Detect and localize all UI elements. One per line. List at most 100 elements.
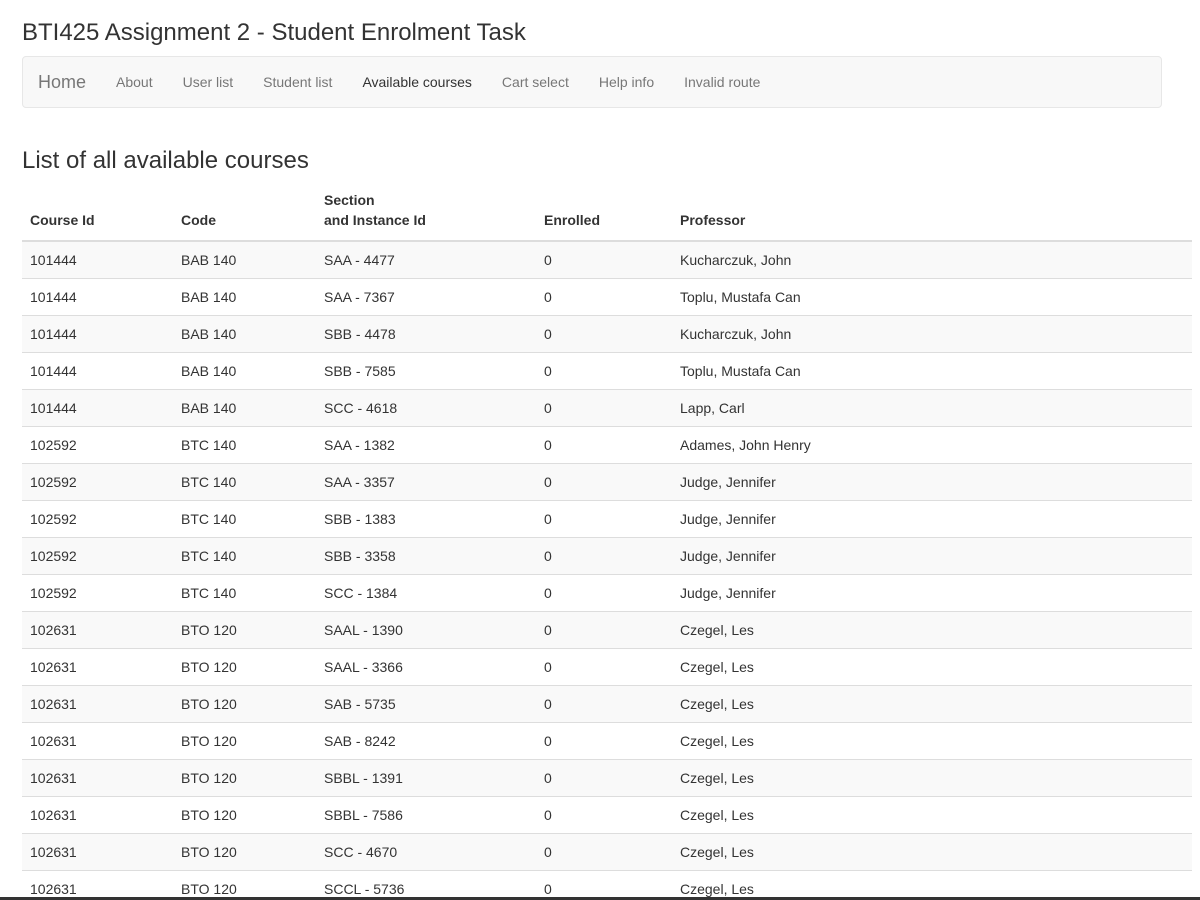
table-row: 101444 BAB 140 SBB - 4478 0 Kucharczuk, John [22, 314, 1192, 352]
cell-section: SCC - 4670 [316, 832, 536, 870]
cell-code: BAB 140 [173, 314, 316, 352]
table-row: 102592 BTC 140 SAA - 3357 0 Judge, Jennifer [22, 462, 1192, 500]
cell-section: SAA - 4477 [316, 241, 536, 278]
cell-code: BTO 120 [173, 795, 316, 833]
nav-link-invalid-route[interactable]: Invalid route [669, 74, 775, 90]
cell-enrolled: 0 [536, 610, 672, 648]
cell-section: SAA - 1382 [316, 425, 536, 463]
cell-section: SAAL - 1390 [316, 610, 536, 648]
cell-enrolled: 0 [536, 647, 672, 685]
table-row: 101444 BAB 140 SAA - 4477 0 Kucharczuk, John [22, 241, 1192, 278]
nav-link-about[interactable]: About [101, 74, 168, 90]
table-row: 102631 BTO 120 SAAL - 3366 0 Czegel, Les [22, 647, 1192, 685]
cell-section: SBB - 4478 [316, 314, 536, 352]
cell-code: BTC 140 [173, 499, 316, 537]
header-code: Code [173, 190, 316, 242]
cell-code: BTO 120 [173, 647, 316, 685]
navbar: Home About User list Student list Availa… [22, 56, 1162, 108]
cell-enrolled: 0 [536, 795, 672, 833]
table-row: 102592 BTC 140 SBB - 1383 0 Judge, Jennifer [22, 499, 1192, 537]
table-row: 101444 BAB 140 SBB - 7585 0 Toplu, Mustafa C… [22, 351, 1192, 389]
cell-section: SBB - 7585 [316, 351, 536, 389]
cell-course-id: 102631 [22, 832, 173, 870]
cell-course-id: 102631 [22, 795, 173, 833]
cell-course-id: 102592 [22, 462, 173, 500]
cell-professor: Czegel, Les [672, 832, 1192, 870]
cell-code: BTC 140 [173, 425, 316, 463]
header-section-line2: and Instance Id [324, 212, 426, 228]
cell-course-id: 101444 [22, 314, 173, 352]
cell-course-id: 101444 [22, 351, 173, 389]
cell-code: BTO 120 [173, 758, 316, 796]
cell-enrolled: 0 [536, 499, 672, 537]
cell-section: SCC - 1384 [316, 573, 536, 611]
page: BTI425 Assignment 2 - Student Enrolment … [0, 0, 1200, 900]
cell-course-id: 102631 [22, 721, 173, 759]
cell-professor: Judge, Jennifer [672, 499, 1192, 537]
header-course-id: Course Id [22, 190, 173, 242]
cell-code: BTC 140 [173, 462, 316, 500]
cell-professor: Czegel, Les [672, 647, 1192, 685]
cell-course-id: 101444 [22, 388, 173, 426]
cell-course-id: 102631 [22, 869, 173, 900]
cell-course-id: 102592 [22, 499, 173, 537]
cell-course-id: 101444 [22, 241, 173, 278]
courses-table-head: Course Id Code Section and Instance Id E… [22, 190, 1192, 242]
cell-enrolled: 0 [536, 721, 672, 759]
header-section-line1: Section [324, 192, 375, 208]
cell-enrolled: 0 [536, 314, 672, 352]
cell-code: BAB 140 [173, 388, 316, 426]
cell-code: BAB 140 [173, 277, 316, 315]
cell-course-id: 102631 [22, 647, 173, 685]
cell-professor: Toplu, Mustafa Can [672, 277, 1192, 315]
cell-code: BAB 140 [173, 241, 316, 278]
cell-section: SCCL - 5736 [316, 869, 536, 900]
cell-professor: Czegel, Les [672, 721, 1192, 759]
cell-professor: Adames, John Henry [672, 425, 1192, 463]
cell-section: SBBL - 7586 [316, 795, 536, 833]
app-title: BTI425 Assignment 2 - Student Enrolment … [22, 19, 526, 46]
courses-table-body: 101444 BAB 140 SAA - 4477 0 Kucharczuk, John… [22, 241, 1192, 900]
cell-code: BTC 140 [173, 573, 316, 611]
table-row: 102631 BTO 120 SAB - 8242 0 Czegel, Les [22, 721, 1192, 759]
nav-link-student-list[interactable]: Student list [248, 74, 347, 90]
cell-section: SAA - 3357 [316, 462, 536, 500]
nav-brand-home[interactable]: Home [38, 72, 86, 93]
cell-section: SAB - 5735 [316, 684, 536, 722]
cell-enrolled: 0 [536, 425, 672, 463]
cell-course-id: 102592 [22, 425, 173, 463]
cell-code: BAB 140 [173, 351, 316, 389]
cell-professor: Kucharczuk, John [672, 241, 1192, 278]
cell-section: SAAL - 3366 [316, 647, 536, 685]
table-row: 102592 BTC 140 SCC - 1384 0 Judge, Jennifer [22, 573, 1192, 611]
nav-link-cart-select[interactable]: Cart select [487, 74, 584, 90]
cell-course-id: 102631 [22, 610, 173, 648]
cell-professor: Czegel, Les [672, 610, 1192, 648]
cell-enrolled: 0 [536, 832, 672, 870]
nav-link-user-list[interactable]: User list [168, 74, 249, 90]
cell-enrolled: 0 [536, 277, 672, 315]
cell-enrolled: 0 [536, 758, 672, 796]
courses-table: Course Id Code Section and Instance Id E… [22, 190, 1192, 900]
nav-link-help-info[interactable]: Help info [584, 74, 669, 90]
cell-course-id: 102631 [22, 684, 173, 722]
table-row: 102592 BTC 140 SBB - 3358 0 Judge, Jennifer [22, 536, 1192, 574]
cell-professor: Judge, Jennifer [672, 536, 1192, 574]
cell-code: BTO 120 [173, 684, 316, 722]
cell-course-id: 102592 [22, 573, 173, 611]
table-row: 101444 BAB 140 SCC - 4618 0 Lapp, Carl [22, 388, 1192, 426]
table-row: 101444 BAB 140 SAA - 7367 0 Toplu, Mustafa C… [22, 277, 1192, 315]
header-section: Section and Instance Id [316, 190, 536, 242]
cell-professor: Judge, Jennifer [672, 462, 1192, 500]
cell-course-id: 102631 [22, 758, 173, 796]
table-row: 102631 BTO 120 SCCL - 5736 0 Czegel, Les [22, 869, 1192, 900]
cell-enrolled: 0 [536, 573, 672, 611]
table-row: 102631 BTO 120 SAB - 5735 0 Czegel, Les [22, 684, 1192, 722]
table-header-row: Course Id Code Section and Instance Id E… [22, 190, 1192, 242]
cell-enrolled: 0 [536, 351, 672, 389]
nav-link-available-courses[interactable]: Available courses [347, 74, 486, 90]
cell-section: SAA - 7367 [316, 277, 536, 315]
cell-enrolled: 0 [536, 462, 672, 500]
cell-course-id: 102592 [22, 536, 173, 574]
cell-professor: Czegel, Les [672, 758, 1192, 796]
